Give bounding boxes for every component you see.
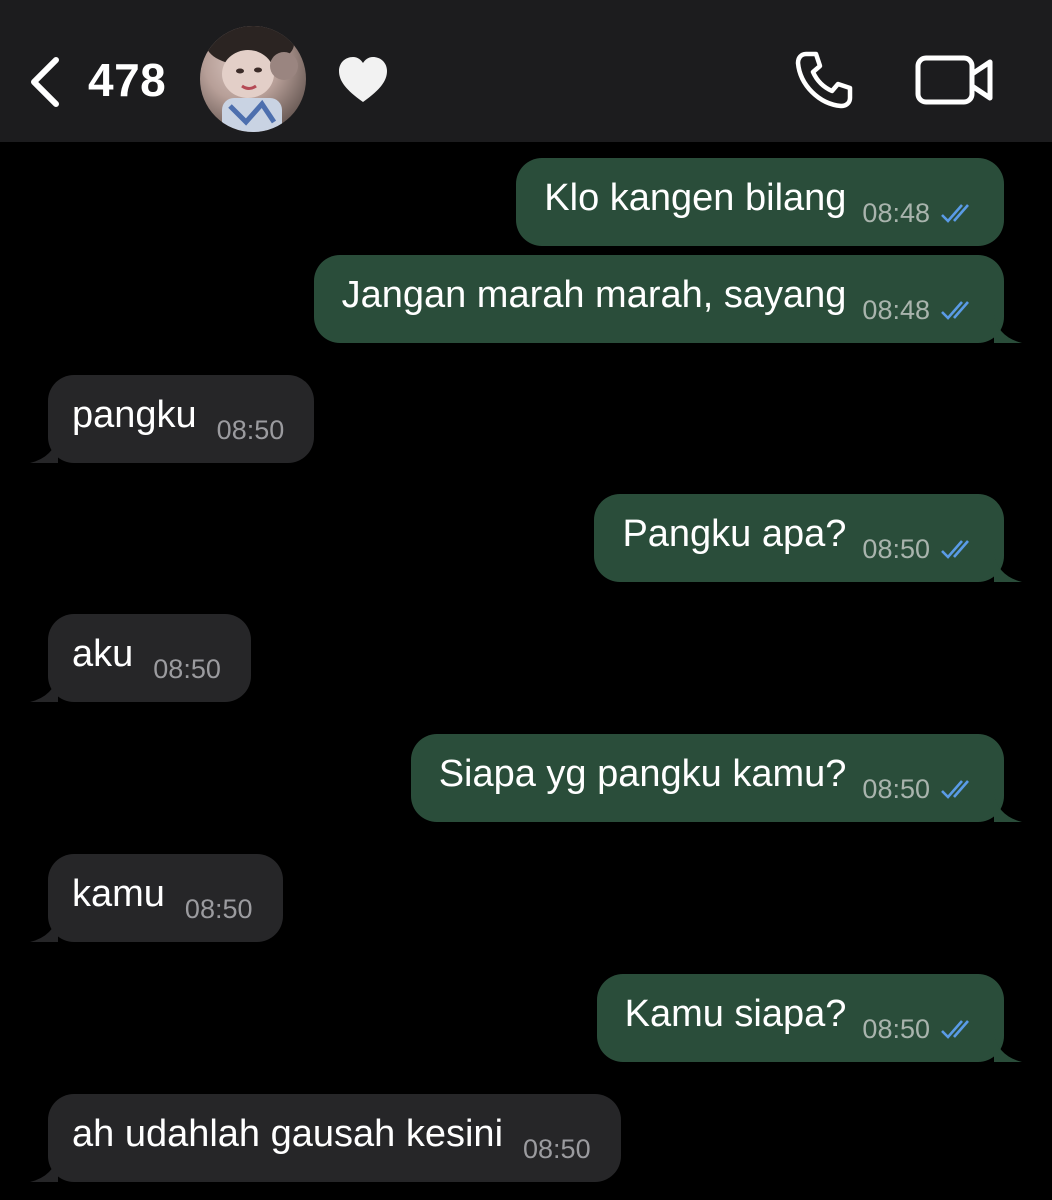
message-bubble-incoming[interactable]: ah udahlah gausah kesini 08:50 bbox=[30, 1094, 621, 1182]
message-text: pangku bbox=[72, 394, 197, 436]
message-text: ah udahlah gausah kesini bbox=[72, 1113, 504, 1155]
bubble-tail bbox=[994, 554, 1022, 582]
bubble-tail bbox=[30, 914, 58, 942]
message-time: 08:48 bbox=[862, 294, 930, 325]
phone-icon bbox=[795, 51, 853, 109]
video-camera-icon bbox=[915, 55, 993, 105]
message-list[interactable]: Klo kangen bilang 08:48 Jangan marah mar… bbox=[0, 142, 1052, 1200]
bubble-tail bbox=[30, 1154, 58, 1182]
message-time: 08:50 bbox=[523, 1133, 591, 1164]
bubble-tail bbox=[30, 674, 58, 702]
message-bubble-outgoing[interactable]: Kamu siapa? 08:50 bbox=[596, 974, 1022, 1062]
bubble-tail bbox=[994, 1034, 1022, 1062]
video-call-button[interactable] bbox=[914, 52, 996, 108]
unread-count[interactable]: 478 bbox=[88, 52, 166, 108]
message-text: Jangan marah marah, sayang bbox=[341, 274, 847, 316]
message-text: kamu bbox=[72, 873, 165, 915]
message-text: Klo kangen bilang bbox=[544, 177, 847, 219]
message-time: 08:50 bbox=[862, 1013, 930, 1044]
message-time: 08:50 bbox=[153, 653, 221, 684]
voice-call-button[interactable] bbox=[792, 48, 856, 112]
bubble-tail bbox=[994, 794, 1022, 822]
message-bubble-outgoing[interactable]: Jangan marah marah, sayang 08:48 bbox=[313, 255, 1022, 343]
message-bubble-outgoing[interactable]: Klo kangen bilang 08:48 bbox=[516, 158, 1004, 246]
message-bubble-incoming[interactable]: pangku 08:50 bbox=[30, 375, 315, 463]
message-text: Kamu siapa? bbox=[624, 993, 847, 1035]
bubble-tail bbox=[30, 435, 58, 463]
message-time: 08:50 bbox=[862, 533, 930, 564]
message-time: 08:48 bbox=[862, 197, 930, 228]
avatar-photo bbox=[206, 26, 298, 132]
message-bubble-incoming[interactable]: kamu 08:50 bbox=[30, 854, 283, 942]
message-text: Siapa yg pangku kamu? bbox=[438, 753, 847, 795]
read-receipt-icon bbox=[941, 204, 969, 223]
back-button[interactable] bbox=[22, 50, 68, 110]
read-receipt-icon bbox=[941, 540, 969, 559]
avatar[interactable] bbox=[200, 26, 306, 132]
message-text: Pangku apa? bbox=[622, 513, 847, 555]
message-bubble-incoming[interactable]: aku 08:50 bbox=[30, 614, 251, 702]
read-receipt-icon bbox=[941, 301, 969, 320]
chat-header: 478 bbox=[0, 0, 1052, 142]
read-receipt-icon bbox=[941, 780, 969, 799]
message-bubble-outgoing[interactable]: Siapa yg pangku kamu? 08:50 bbox=[410, 734, 1022, 822]
message-bubble-outgoing[interactable]: Pangku apa? 08:50 bbox=[594, 494, 1022, 582]
message-time: 08:50 bbox=[862, 773, 930, 804]
heart-icon bbox=[339, 57, 387, 102]
bubble-tail bbox=[994, 315, 1022, 343]
chevron-left-icon bbox=[31, 57, 59, 107]
message-text: aku bbox=[72, 633, 134, 675]
message-time: 08:50 bbox=[184, 893, 253, 924]
read-receipt-icon bbox=[941, 1020, 969, 1039]
message-time: 08:50 bbox=[216, 414, 285, 445]
